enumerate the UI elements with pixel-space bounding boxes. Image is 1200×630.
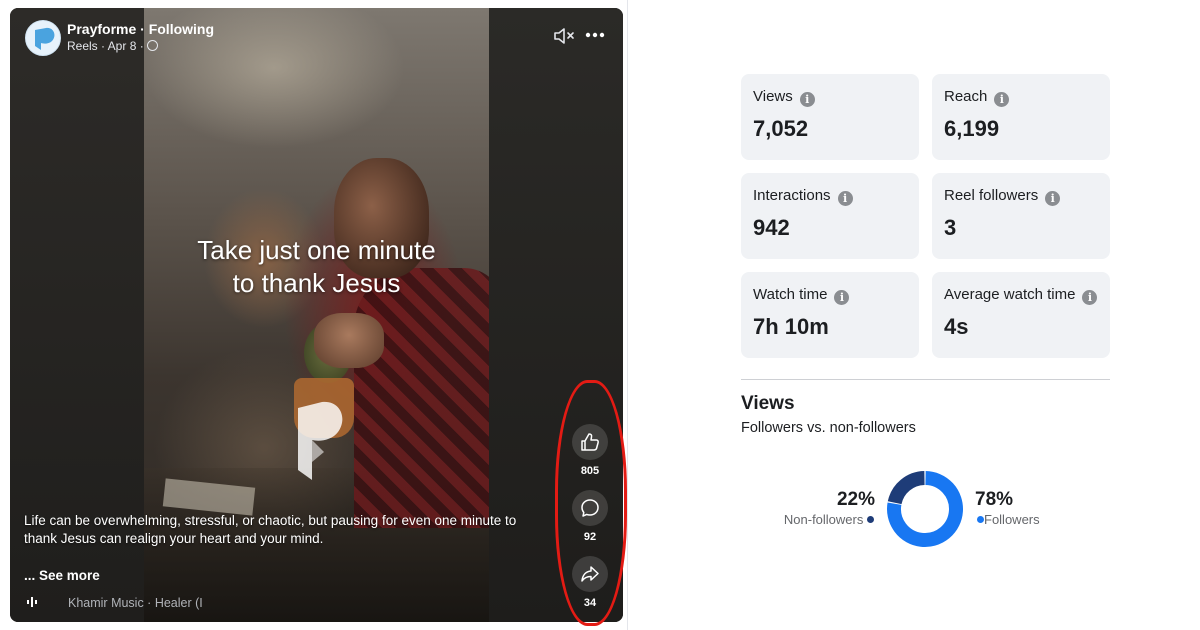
info-icon[interactable]: i: [1082, 290, 1098, 305]
mute-icon[interactable]: [553, 26, 577, 46]
thumbs-up-icon: [581, 433, 599, 451]
like-button[interactable]: [572, 424, 608, 460]
metric-label-text: Reel followers: [944, 187, 1039, 204]
metric-card-interactions: Interactions i 942: [741, 173, 919, 259]
metric-value: 4s: [944, 314, 969, 339]
metric-label: Reach i: [944, 88, 1010, 107]
reel-video[interactable]: Take just one minute to thank Jesus Pray…: [10, 8, 623, 622]
followers-label: Followers: [984, 512, 1040, 527]
globe-icon: [146, 40, 158, 51]
post-caption: Life can be overwhelming, stressful, or …: [24, 513, 517, 546]
metric-label-text: Average watch time: [944, 286, 1076, 303]
metric-label: Views i: [753, 88, 815, 107]
views-section-subtitle: Followers vs. non-followers: [741, 420, 916, 436]
non-followers-color-dot: [867, 516, 874, 523]
metric-card-watch-time: Watch time i 7h 10m: [741, 272, 919, 358]
views-section-title: Views: [741, 393, 795, 414]
info-icon[interactable]: i: [834, 290, 850, 305]
non-followers-legend: Non-followers: [760, 512, 874, 527]
share-icon: [581, 566, 599, 582]
metric-value: 3: [944, 215, 957, 240]
comment-count: 92: [583, 531, 597, 543]
info-icon[interactable]: i: [837, 191, 853, 206]
like-count: 805: [580, 465, 600, 477]
non-followers-percent: 22%: [836, 489, 875, 510]
see-more-link[interactable]: ... See more: [24, 568, 100, 583]
post-meta: Reels · Apr 8 ·: [67, 39, 158, 53]
comment-icon: [581, 499, 599, 517]
post-meta-text: Reels · Apr 8 ·: [67, 39, 144, 53]
info-icon[interactable]: i: [1045, 191, 1061, 206]
views-donut-chart: [887, 471, 963, 547]
more-options-icon[interactable]: [584, 30, 606, 40]
prayforme-logo-icon: [35, 27, 55, 50]
non-followers-label: Non-followers: [783, 512, 864, 527]
metric-label: Watch time i: [753, 286, 850, 305]
info-icon[interactable]: i: [994, 92, 1010, 107]
image-hands: [314, 313, 384, 368]
overlay-text-line1: Take just one minute: [197, 235, 436, 265]
page: Take just one minute to thank Jesus Pray…: [0, 0, 1200, 630]
prayforme-watermark-logo: [298, 401, 343, 480]
overlay-text-line2: to thank Jesus: [232, 268, 401, 298]
metric-card-reel-followers: Reel followers i 3: [932, 173, 1110, 259]
metric-label: Reel followers i: [944, 187, 1061, 206]
metric-value: 7,052: [753, 116, 809, 141]
share-count: 34: [583, 597, 597, 609]
music-attribution[interactable]: Khamir Music · Healer (I: [68, 596, 211, 610]
metric-card-views: Views i 7,052: [741, 74, 919, 160]
reel-panel: Take just one minute to thank Jesus Pray…: [0, 0, 628, 630]
comment-button[interactable]: [572, 490, 608, 526]
section-divider: [741, 379, 1110, 380]
audio-wave-icon: [27, 597, 37, 607]
info-icon[interactable]: i: [799, 92, 815, 107]
author-avatar[interactable]: [25, 20, 61, 56]
metric-value: 942: [753, 215, 790, 240]
author-name[interactable]: Prayforme · Following: [67, 21, 214, 37]
metric-label: Average watch time i: [944, 286, 1098, 305]
followers-legend: Followers: [977, 512, 1040, 527]
metric-value: 7h 10m: [753, 314, 829, 339]
followers-color-dot: [977, 516, 984, 523]
metric-label: Interactions i: [753, 187, 853, 206]
metric-label-text: Watch time: [753, 286, 828, 303]
metric-card-reach: Reach i 6,199: [932, 74, 1110, 160]
followers-percent: 78%: [975, 489, 1014, 510]
metric-label-text: Reach: [944, 88, 988, 105]
metric-label-text: Views: [753, 88, 793, 105]
non-followers-slice: [887, 471, 926, 505]
image-shirt: [354, 268, 504, 528]
share-button[interactable]: [572, 556, 608, 592]
metric-card-average-watch-time: Average watch time i 4s: [932, 272, 1110, 358]
metric-value: 6,199: [944, 116, 1000, 141]
metric-label-text: Interactions: [753, 187, 831, 204]
